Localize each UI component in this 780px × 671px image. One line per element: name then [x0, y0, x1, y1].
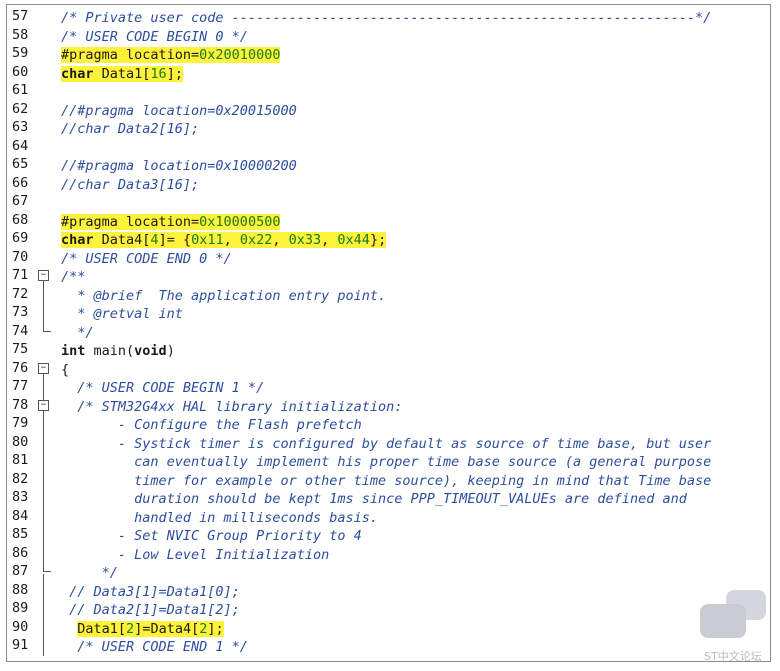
- line-number: 84: [12, 507, 29, 524]
- code-line: {: [61, 361, 70, 378]
- forum-watermark: ST中文论坛: [700, 590, 772, 668]
- code-line: //#pragma location=0x10000200: [61, 158, 297, 174]
- line-number: 72: [12, 285, 29, 302]
- line-number: 91: [12, 637, 29, 653]
- line-number: 66: [12, 174, 29, 191]
- line-number: 81: [12, 452, 29, 468]
- code-line: /* STM32G4xx HAL library initialization:: [61, 398, 403, 415]
- code-line: /* USER CODE BEGIN 1 */: [61, 380, 265, 396]
- line-number: 59: [12, 45, 29, 61]
- code-line: * @brief The application entry point.: [61, 287, 387, 304]
- code-line: can eventually implement his proper time…: [61, 454, 712, 470]
- line-number: 77: [12, 378, 29, 394]
- code-area[interactable]: /* Private user code -------------------…: [57, 5, 770, 661]
- fold-toggle-icon[interactable]: −: [38, 362, 49, 374]
- code-line: /* Private user code -------------------…: [61, 10, 712, 26]
- line-number: 61: [12, 82, 29, 98]
- line-number: 63: [12, 119, 29, 135]
- code-line: /* USER CODE END 1 */: [61, 639, 248, 655]
- code-line: - Low Level Initialization: [61, 546, 330, 563]
- line-number: 89: [12, 600, 29, 616]
- line-number: 58: [12, 26, 29, 43]
- line-number: 68: [12, 211, 29, 228]
- line-number: 90: [12, 618, 29, 635]
- fold-end-marker: [43, 571, 51, 572]
- line-number: 74: [12, 322, 29, 339]
- code-line: //char Data3[16];: [61, 176, 200, 193]
- line-number-gutter: 57 58 59 60 61 62 63 64 65 66 67 68 69 70 71 72 73 74 75 76…: [7, 5, 57, 661]
- code-line: /* USER CODE END 0 */: [61, 250, 232, 267]
- code-line: //char Data2[16];: [61, 121, 200, 137]
- chat-bubble-front-icon: [700, 604, 746, 638]
- line-number: 64: [12, 137, 29, 154]
- watermark-text: ST中文论坛: [704, 650, 762, 663]
- fold-toggle-icon[interactable]: −: [38, 399, 49, 411]
- code-line: #pragma location=0x20010000: [61, 47, 281, 63]
- code-line: - Systick timer is configured by default…: [61, 435, 712, 452]
- code-line: char Data4[4]= {0x11, 0x22, 0x33, 0x44};: [61, 232, 387, 248]
- line-number: 79: [12, 415, 29, 431]
- code-line: Data1[2]=Data4[2];: [77, 620, 224, 637]
- code-line: duration should be kept 1ms since PPP_TI…: [61, 491, 687, 507]
- line-number: 88: [12, 581, 29, 598]
- line-number: 57: [12, 8, 29, 24]
- fold-range-line: [43, 410, 44, 571]
- code-line: char Data1[16];: [61, 65, 183, 82]
- code-line: handled in milliseconds basis.: [61, 509, 378, 526]
- line-number: 86: [12, 544, 29, 561]
- fold-toggle-icon[interactable]: −: [38, 270, 49, 281]
- line-number: 60: [12, 63, 29, 80]
- code-line: */: [61, 324, 94, 341]
- code-line: * @retval int: [61, 306, 183, 322]
- code-line: #pragma location=0x10000500: [61, 213, 281, 230]
- fold-end-marker: [43, 330, 51, 332]
- line-number: 80: [12, 433, 29, 450]
- line-number: 75: [12, 341, 29, 357]
- fold-range-line: [43, 373, 44, 401]
- line-number: 70: [12, 248, 29, 265]
- line-number: 65: [12, 156, 29, 172]
- fold-range-line: [43, 281, 44, 331]
- line-number: 85: [12, 526, 29, 542]
- line-number: 87: [12, 563, 29, 579]
- fold-range-line: [43, 574, 44, 656]
- line-number: 73: [12, 304, 29, 320]
- code-line: // Data3[1]=Data1[0];: [61, 583, 240, 600]
- code-line: - Configure the Flash prefetch: [61, 417, 362, 433]
- line-number: 83: [12, 489, 29, 505]
- code-line: // Data2[1]=Data1[2];: [61, 602, 240, 618]
- code-line: int main(void): [61, 343, 175, 359]
- line-number: 62: [12, 100, 29, 117]
- line-number: 67: [12, 193, 29, 209]
- code-line: /**: [61, 269, 86, 285]
- code-line: - Set NVIC Group Priority to 4: [61, 528, 362, 544]
- line-number: 69: [12, 230, 29, 246]
- code-line: //#pragma location=0x20015000: [61, 102, 297, 119]
- line-number: 76: [12, 359, 29, 376]
- code-line: timer for example or other time source),…: [61, 472, 712, 489]
- code-line: */: [61, 565, 118, 581]
- line-number: 82: [12, 470, 29, 487]
- code-editor[interactable]: 57 58 59 60 61 62 63 64 65 66 67 68 69 70 71 72 73 74 75 76…: [6, 4, 771, 662]
- line-number: 78: [12, 396, 29, 413]
- code-line: /* USER CODE BEGIN 0 */: [61, 28, 248, 45]
- line-number: 71: [12, 267, 29, 283]
